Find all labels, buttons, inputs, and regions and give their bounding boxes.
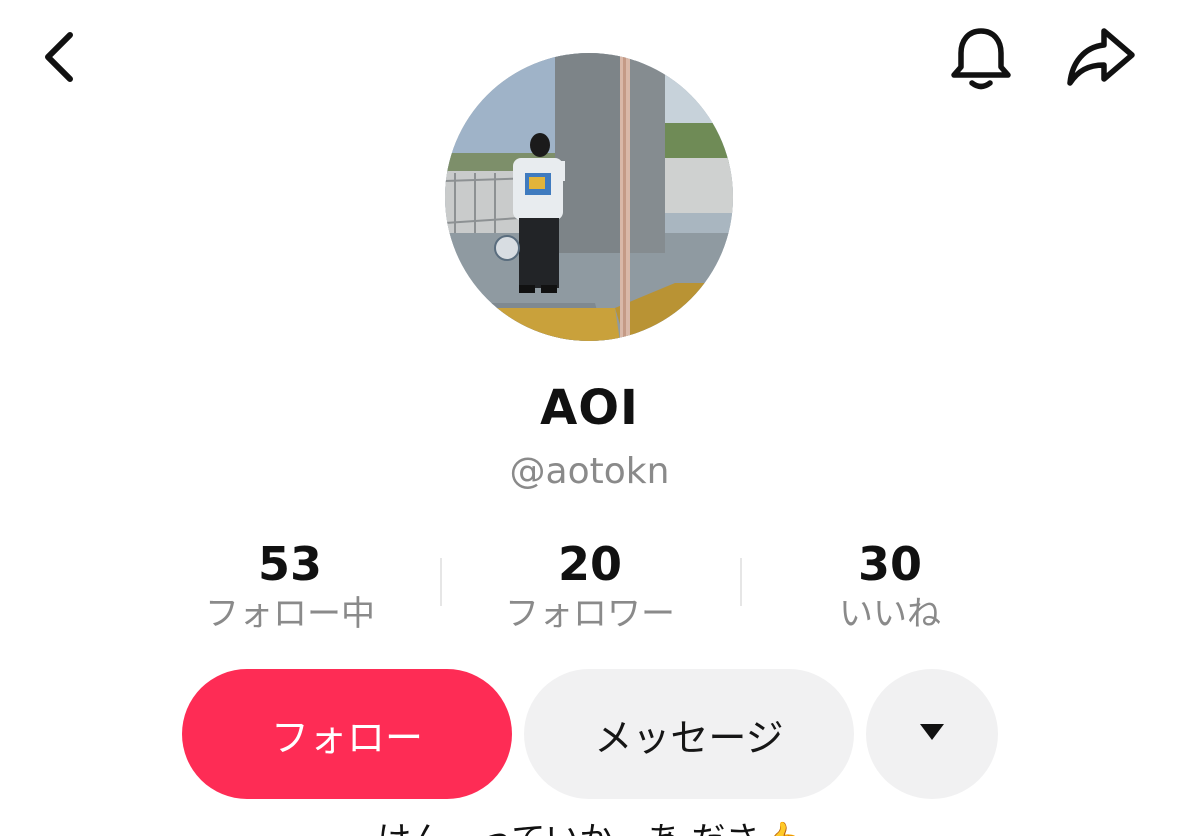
notification-button[interactable] xyxy=(946,24,1016,96)
follow-button[interactable]: フォロー xyxy=(182,669,512,799)
following-label: フォロー中 xyxy=(205,594,375,634)
likes-label: いいね xyxy=(839,594,941,634)
stat-following[interactable]: 53 フォロー中 xyxy=(140,536,440,636)
share-arrow-icon xyxy=(1064,25,1138,95)
more-options-button[interactable] xyxy=(866,669,998,799)
stat-likes[interactable]: 30 いいね xyxy=(740,536,1040,636)
display-name: AOI xyxy=(540,380,639,436)
chevron-left-icon xyxy=(40,27,80,91)
avatar[interactable] xyxy=(445,53,733,341)
back-button[interactable] xyxy=(30,26,90,92)
avatar-photo xyxy=(445,53,733,341)
caret-down-icon xyxy=(918,722,946,746)
message-button[interactable]: メッセージ xyxy=(524,669,854,799)
profile-stats: 53 フォロー中 20 フォロワー 30 いいね xyxy=(140,536,1040,636)
bell-icon xyxy=(948,23,1014,97)
share-button[interactable] xyxy=(1062,24,1140,96)
followers-count: 20 xyxy=(557,537,622,591)
stat-followers[interactable]: 20 フォロワー xyxy=(440,536,740,636)
profile-page: AOI @aotokn 53 フォロー中 20 フォロワー 30 いいね フォロ… xyxy=(0,0,1179,836)
followers-label: フォロワー xyxy=(505,594,675,634)
likes-count: 30 xyxy=(857,537,922,591)
username: @aotokn xyxy=(509,451,670,492)
following-count: 53 xyxy=(257,537,322,591)
bio-text: けんーっていか。あ.ださ👍 xyxy=(0,818,1179,836)
